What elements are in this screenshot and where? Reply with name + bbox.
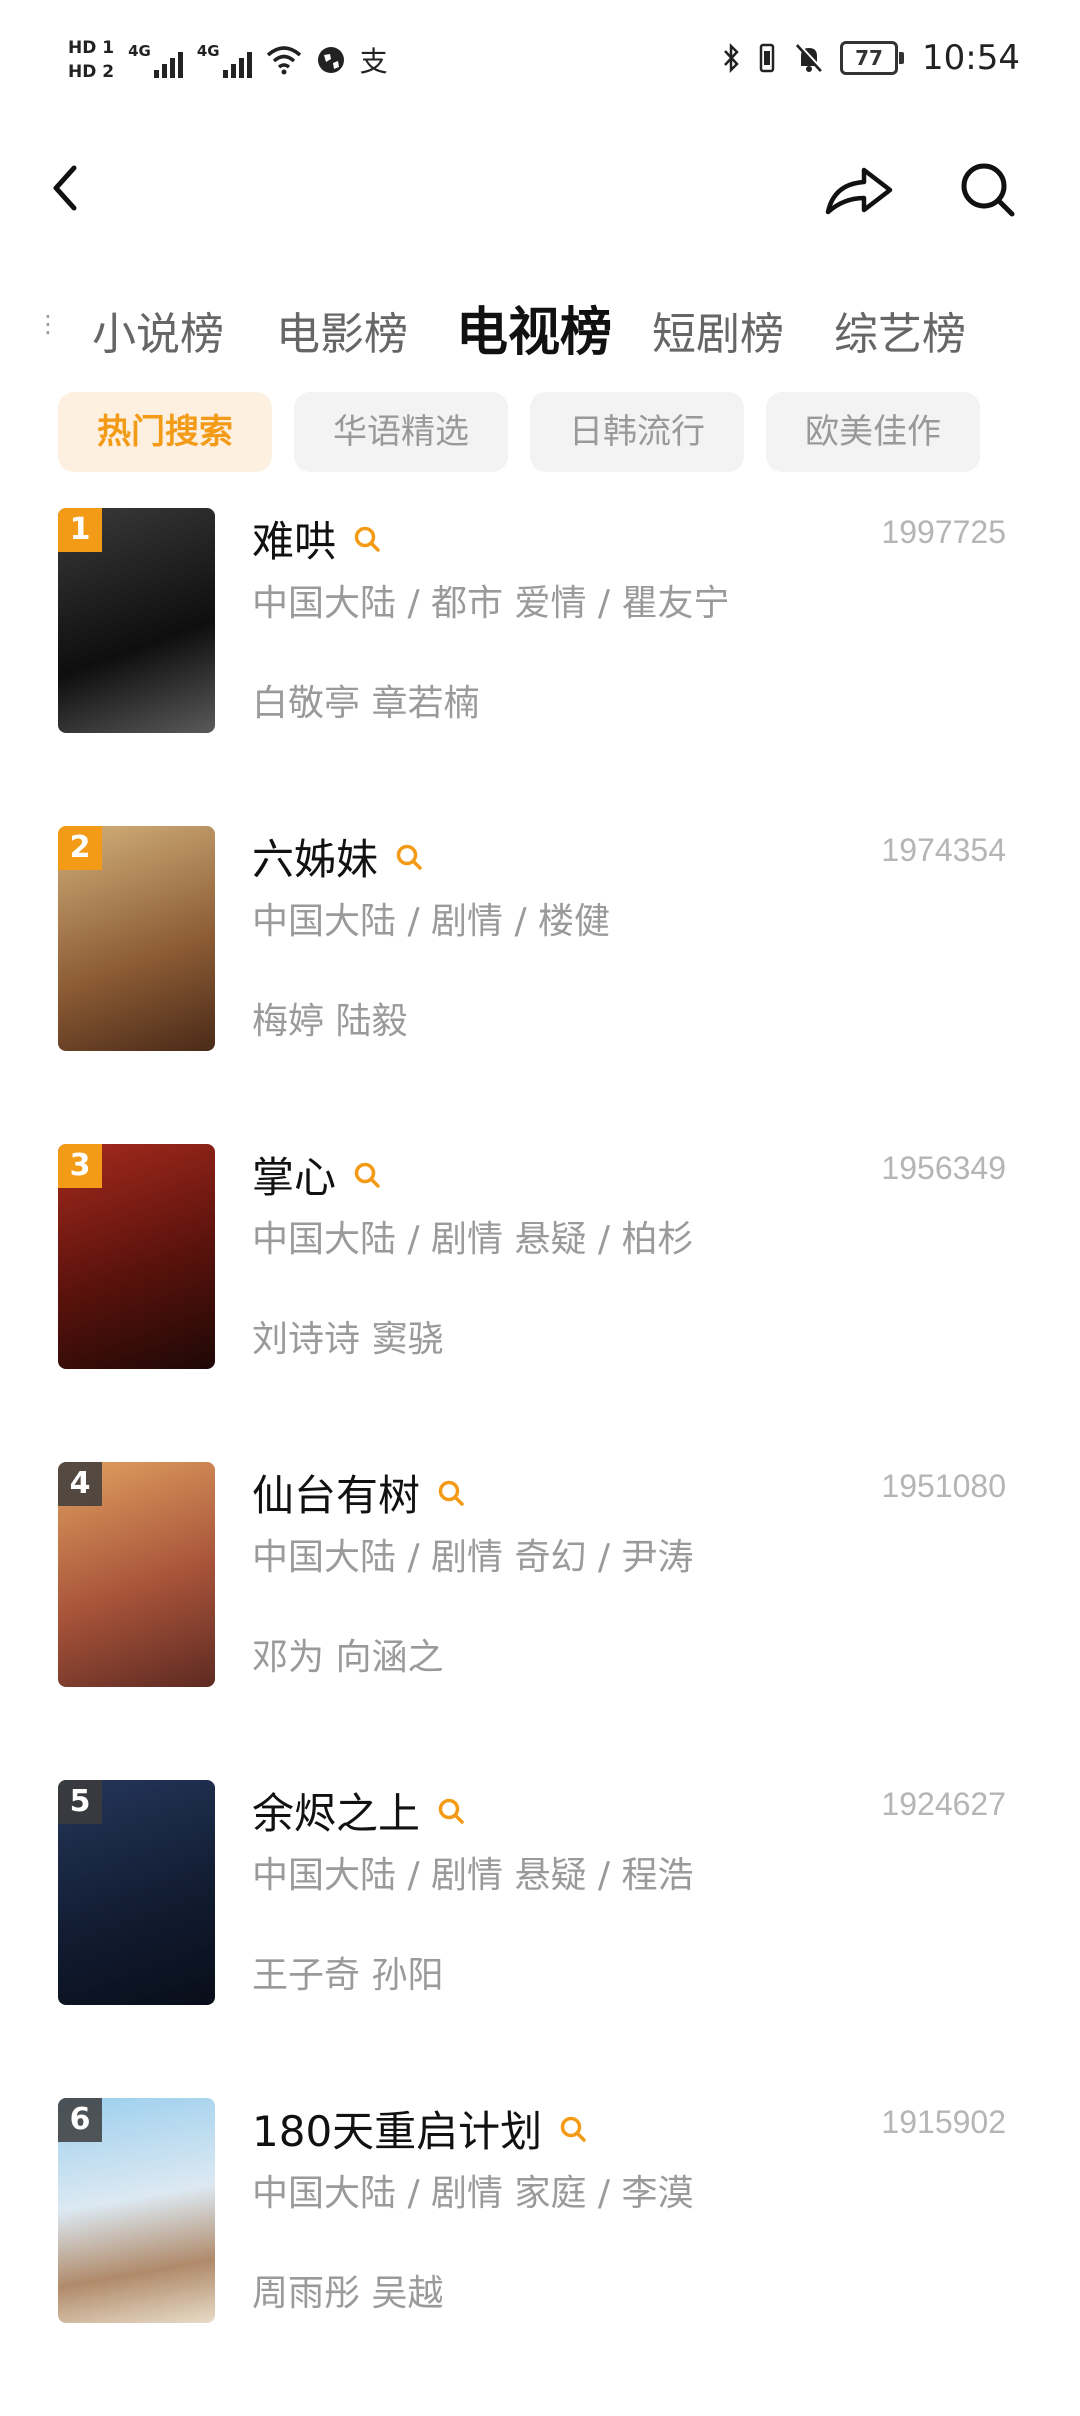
- show-title[interactable]: 180天重启计划: [252, 2098, 588, 2159]
- status-bar: HD 1 HD 2 4G 4G 支 77 10:54: [0, 0, 1080, 130]
- chip-jpkr[interactable]: 日韩流行: [530, 392, 744, 472]
- list-item[interactable]: 1 难哄 1997725 中国大陆 / 都市 爱情 / 瞿友宁 白敬亭 章若楠: [0, 508, 1080, 826]
- title-text: 仙台有树: [252, 1471, 421, 1520]
- show-cast: 邓为 向涵之: [252, 1637, 444, 1678]
- mute-bell-icon: [795, 43, 824, 73]
- tabs-fade: [1040, 288, 1080, 378]
- poster-image[interactable]: 1: [58, 508, 215, 733]
- show-cast: 王子奇 孙阳: [252, 1955, 444, 1996]
- tab-novel[interactable]: 小说榜: [92, 298, 224, 362]
- rank-badge: 3: [58, 1144, 102, 1188]
- chip-chinese[interactable]: 华语精选: [294, 392, 508, 472]
- poster-image[interactable]: 2: [58, 826, 215, 1051]
- globe-icon: [317, 47, 344, 73]
- signal-icon: 4G: [128, 42, 183, 78]
- title-text: 180天重启计划: [252, 2107, 543, 2156]
- show-cast: 白敬亭 章若楠: [252, 683, 480, 724]
- top-bar: [0, 140, 1080, 250]
- search-icon[interactable]: [352, 1160, 382, 1190]
- heat-value: 1951080: [881, 1468, 1006, 1504]
- show-meta: 中国大陆 / 剧情 悬疑 / 程浩: [252, 1855, 694, 1896]
- signal-label-1: 4G: [128, 42, 151, 60]
- tab-variety[interactable]: 综艺榜: [834, 298, 966, 362]
- rank-badge: 4: [58, 1462, 102, 1506]
- poster-image[interactable]: 4: [58, 1462, 215, 1687]
- show-cast: 梅婷 陆毅: [252, 1001, 408, 1042]
- title-text: 掌心: [252, 1153, 337, 1202]
- show-cast: 周雨彤 吴越: [252, 2273, 444, 2314]
- clock: 10:54: [922, 38, 1020, 78]
- chip-western[interactable]: 欧美佳作: [766, 392, 980, 472]
- list-item[interactable]: 2 六姊妹 1974354 中国大陆 / 剧情 / 楼健 梅婷 陆毅: [0, 826, 1080, 1144]
- heat-value: 1956349: [881, 1150, 1006, 1186]
- battery-indicator: 77: [840, 41, 905, 75]
- alipay-icon: 支: [359, 45, 388, 78]
- wifi-icon: [266, 46, 301, 75]
- show-meta: 中国大陆 / 剧情 奇幻 / 尹涛: [252, 1537, 694, 1578]
- poster-image[interactable]: 3: [58, 1144, 215, 1369]
- title-text: 六姊妹: [252, 835, 379, 884]
- hd-indicator: HD 1 HD 2: [68, 36, 114, 84]
- show-title[interactable]: 六姊妹: [252, 826, 424, 887]
- list-item[interactable]: 5 余烬之上 1924627 中国大陆 / 剧情 悬疑 / 程浩 王子奇 孙阳: [0, 1780, 1080, 2098]
- list-item[interactable]: 4 仙台有树 1951080 中国大陆 / 剧情 奇幻 / 尹涛 邓为 向涵之: [0, 1462, 1080, 1780]
- show-meta: 中国大陆 / 剧情 悬疑 / 柏杉: [252, 1219, 694, 1260]
- rank-badge: 1: [58, 508, 102, 552]
- heat-value: 1924627: [881, 1786, 1006, 1822]
- signal-icon: 4G: [197, 42, 252, 78]
- rank-badge: 5: [58, 1780, 102, 1824]
- more-dots-icon: ⋮: [36, 310, 60, 338]
- show-cast: 刘诗诗 窦骁: [252, 1319, 444, 1360]
- title-text: 难哄: [252, 517, 337, 566]
- share-icon[interactable]: [820, 150, 900, 230]
- tab-tv[interactable]: 电视榜: [456, 290, 612, 365]
- search-icon[interactable]: [436, 1478, 466, 1508]
- poster-image[interactable]: 6: [58, 2098, 215, 2323]
- search-icon[interactable]: [394, 842, 424, 872]
- chip-hot-search[interactable]: 热门搜索: [58, 392, 272, 472]
- search-icon[interactable]: [950, 150, 1030, 230]
- heat-value: 1974354: [881, 832, 1006, 868]
- back-icon[interactable]: [40, 150, 120, 230]
- show-title[interactable]: 余烬之上: [252, 1780, 466, 1841]
- show-title[interactable]: 难哄: [252, 508, 382, 569]
- show-title[interactable]: 仙台有树: [252, 1462, 466, 1523]
- show-meta: 中国大陆 / 剧情 / 楼健: [252, 901, 611, 942]
- rank-badge: 2: [58, 826, 102, 870]
- hd1-label: HD 1: [68, 38, 115, 58]
- search-icon[interactable]: [352, 524, 382, 554]
- poster-image[interactable]: 5: [58, 1780, 215, 2005]
- list-item[interactable]: 6 180天重启计划 1915902 中国大陆 / 剧情 家庭 / 李漠 周雨彤…: [0, 2098, 1080, 2416]
- show-meta: 中国大陆 / 都市 爱情 / 瞿友宁: [252, 583, 730, 624]
- heat-value: 1997725: [881, 514, 1006, 550]
- heat-value: 1915902: [881, 2104, 1006, 2140]
- rank-badge: 6: [58, 2098, 102, 2142]
- signal-label-2: 4G: [196, 42, 220, 60]
- category-tabs: ⋮ 小说榜 电影榜 电视榜 短剧榜 综艺榜: [0, 288, 1080, 378]
- title-text: 余烬之上: [252, 1789, 421, 1838]
- search-icon[interactable]: [558, 2114, 588, 2144]
- list-item[interactable]: 3 掌心 1956349 中国大陆 / 剧情 悬疑 / 柏杉 刘诗诗 窦骁: [0, 1144, 1080, 1462]
- show-title[interactable]: 掌心: [252, 1144, 382, 1205]
- hd2-label: HD 2: [68, 62, 115, 82]
- search-icon[interactable]: [436, 1796, 466, 1826]
- bluetooth-icon: [724, 42, 739, 74]
- tab-movie[interactable]: 电影榜: [276, 298, 408, 362]
- show-meta: 中国大陆 / 剧情 家庭 / 李漠: [252, 2173, 694, 2214]
- tab-short-drama[interactable]: 短剧榜: [652, 298, 784, 362]
- vibrate-icon: [759, 43, 775, 73]
